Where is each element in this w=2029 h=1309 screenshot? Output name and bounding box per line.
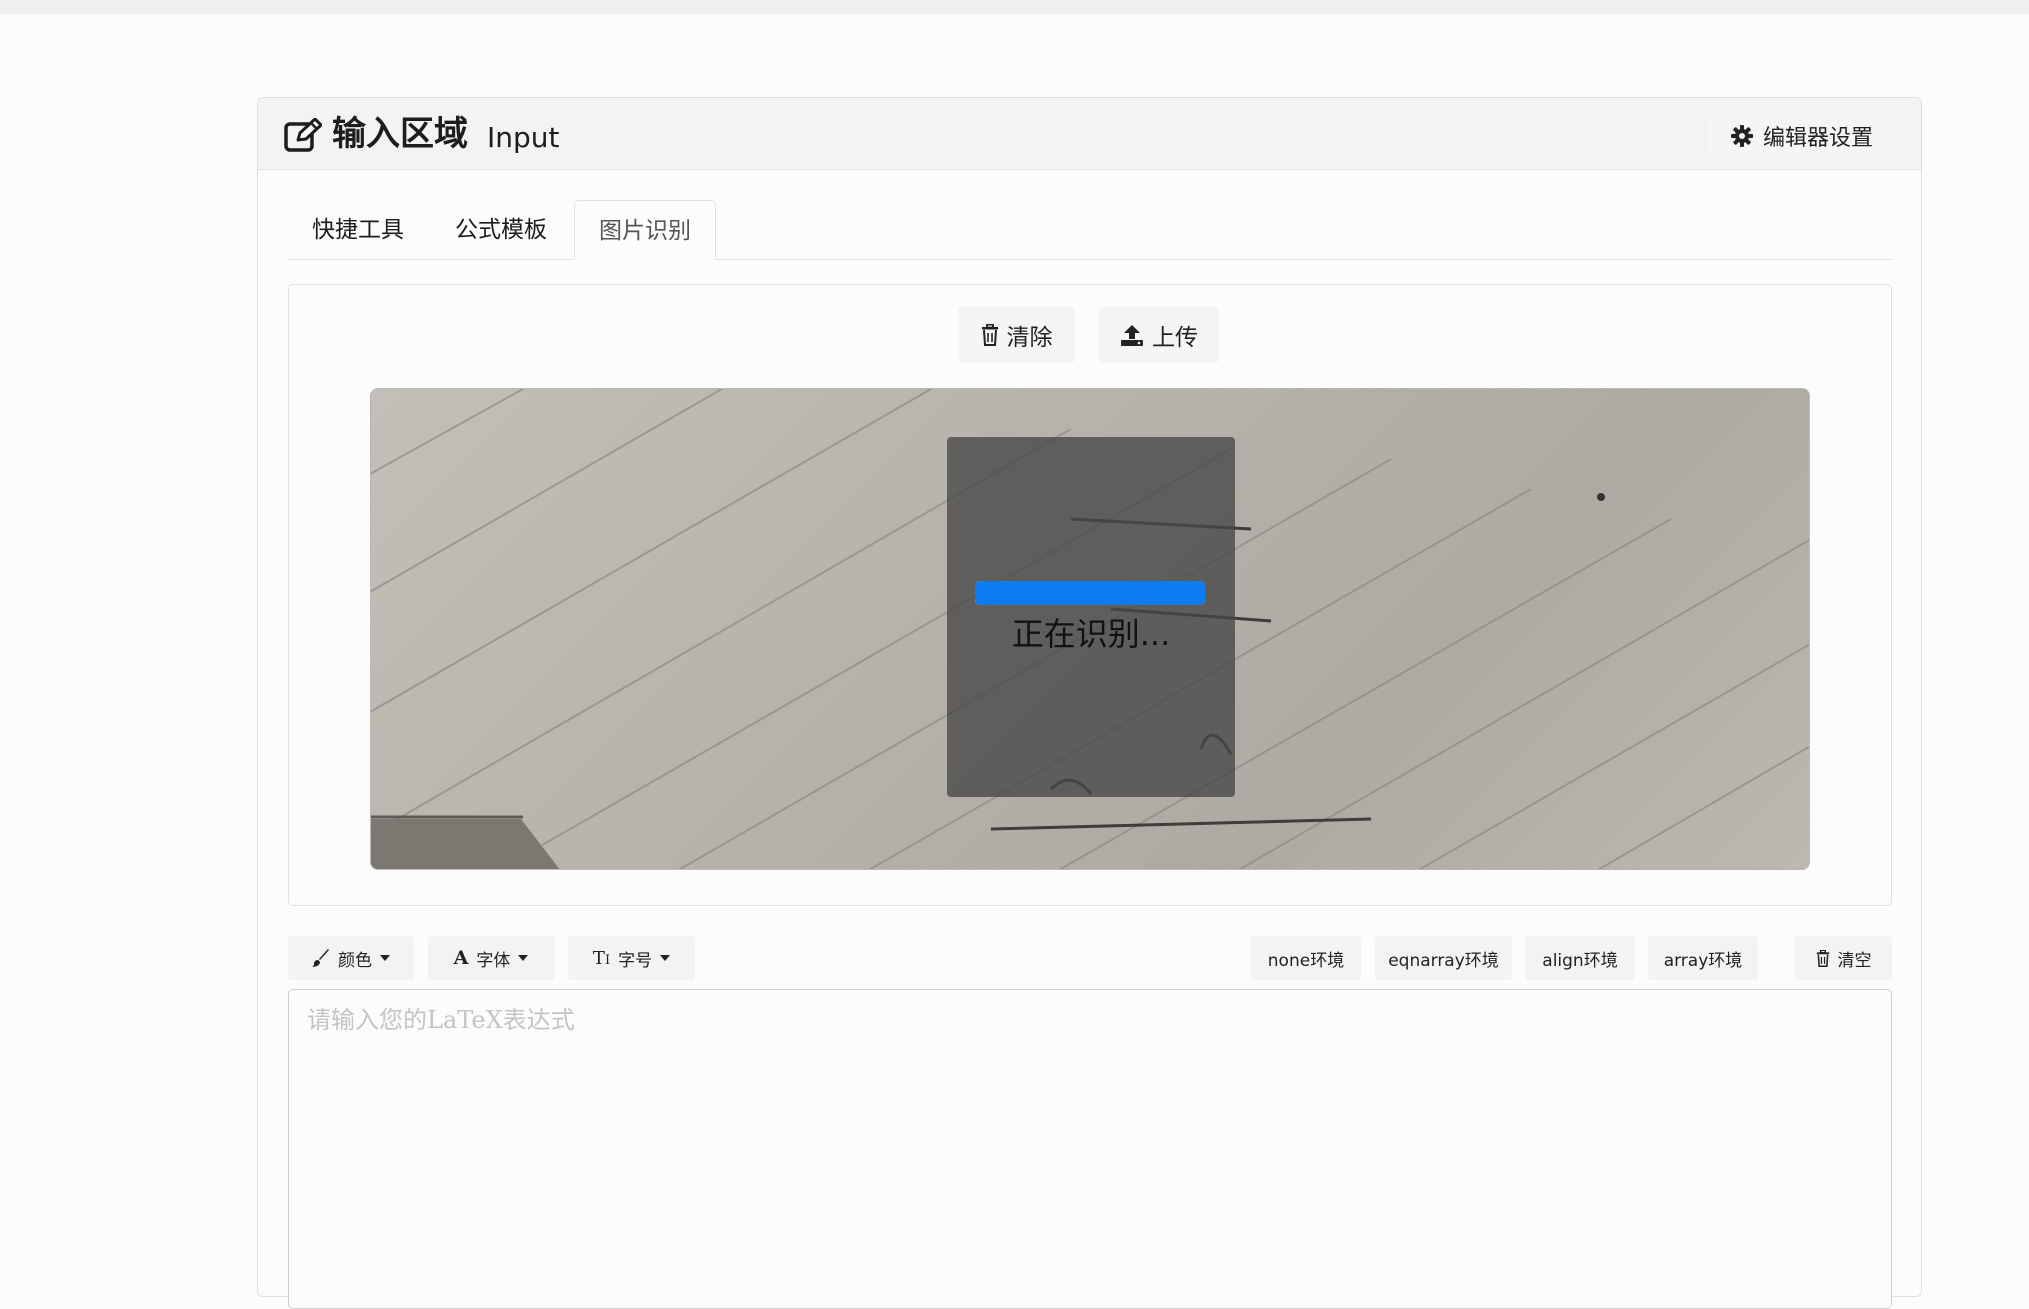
env-none-button[interactable]: none环境 xyxy=(1251,936,1361,980)
font-label: 字体 xyxy=(476,950,511,971)
panel-header: 输入区域 Input 编辑器设置 xyxy=(258,98,1921,170)
editor-settings-label: 编辑器设置 xyxy=(1762,126,1873,151)
tab-image-recognition[interactable]: 图片识别 xyxy=(574,200,716,260)
text-size-icon: TI xyxy=(592,947,611,969)
upload-label: 上传 xyxy=(1152,325,1198,351)
trash-icon xyxy=(981,324,998,346)
color-dropdown-button[interactable]: 颜色 xyxy=(288,936,414,980)
chevron-down-icon xyxy=(380,955,390,961)
clear-image-button[interactable]: 清除 xyxy=(958,307,1075,363)
editor-settings-button[interactable]: 编辑器设置 xyxy=(1707,113,1897,159)
font-size-dropdown-button[interactable]: TI 字号 xyxy=(568,936,695,980)
tab-quick-tools[interactable]: 快捷工具 xyxy=(288,200,428,260)
font-icon: A xyxy=(453,947,469,969)
env-array-button[interactable]: array环境 xyxy=(1648,936,1758,980)
panel-title: 输入区域 xyxy=(332,114,468,154)
tab-bar: 快捷工具 公式模板 图片识别 xyxy=(288,200,1892,260)
recognition-progress-bar xyxy=(975,581,1205,605)
panel-subtitle: Input xyxy=(487,121,560,154)
latex-toolbar: 颜色 A 字体 TI 字号 none环境 eqnarray环境 align环境 … xyxy=(288,936,1892,980)
chevron-down-icon xyxy=(660,955,671,961)
gear-icon xyxy=(1730,125,1753,147)
paintbrush-icon xyxy=(312,949,329,967)
latex-input[interactable] xyxy=(288,989,1892,1309)
edit-icon xyxy=(284,118,322,152)
uploaded-image-preview: 正在识别... xyxy=(370,388,1810,870)
upload-button[interactable]: 上传 xyxy=(1099,307,1219,363)
trash-icon xyxy=(1816,949,1829,967)
recognition-status: 正在识别... xyxy=(1011,615,1171,653)
clear-image-label: 清除 xyxy=(1006,325,1053,351)
recognition-overlay: 正在识别... xyxy=(947,437,1235,797)
chevron-down-icon xyxy=(518,955,529,961)
env-align-button[interactable]: align环境 xyxy=(1526,936,1634,980)
tab-formula-templates[interactable]: 公式模板 xyxy=(431,200,571,260)
clear-all-label: 清空 xyxy=(1837,950,1872,971)
input-panel: 输入区域 Input 编辑器设置 快捷工具 公式模板 图片识别 清除 上传 正在… xyxy=(257,97,1922,1309)
browser-top-strip xyxy=(0,0,2029,14)
font-size-label: 字号 xyxy=(618,950,653,971)
color-label: 颜色 xyxy=(338,950,372,971)
recognition-progress-fill xyxy=(975,581,1205,605)
clear-all-button[interactable]: 清空 xyxy=(1795,936,1892,980)
image-recognition-pane: 清除 上传 正在识别... xyxy=(288,284,1892,906)
env-eqnarray-button[interactable]: eqnarray环境 xyxy=(1375,936,1512,980)
font-dropdown-button[interactable]: A 字体 xyxy=(428,936,554,980)
upload-icon xyxy=(1121,325,1143,346)
